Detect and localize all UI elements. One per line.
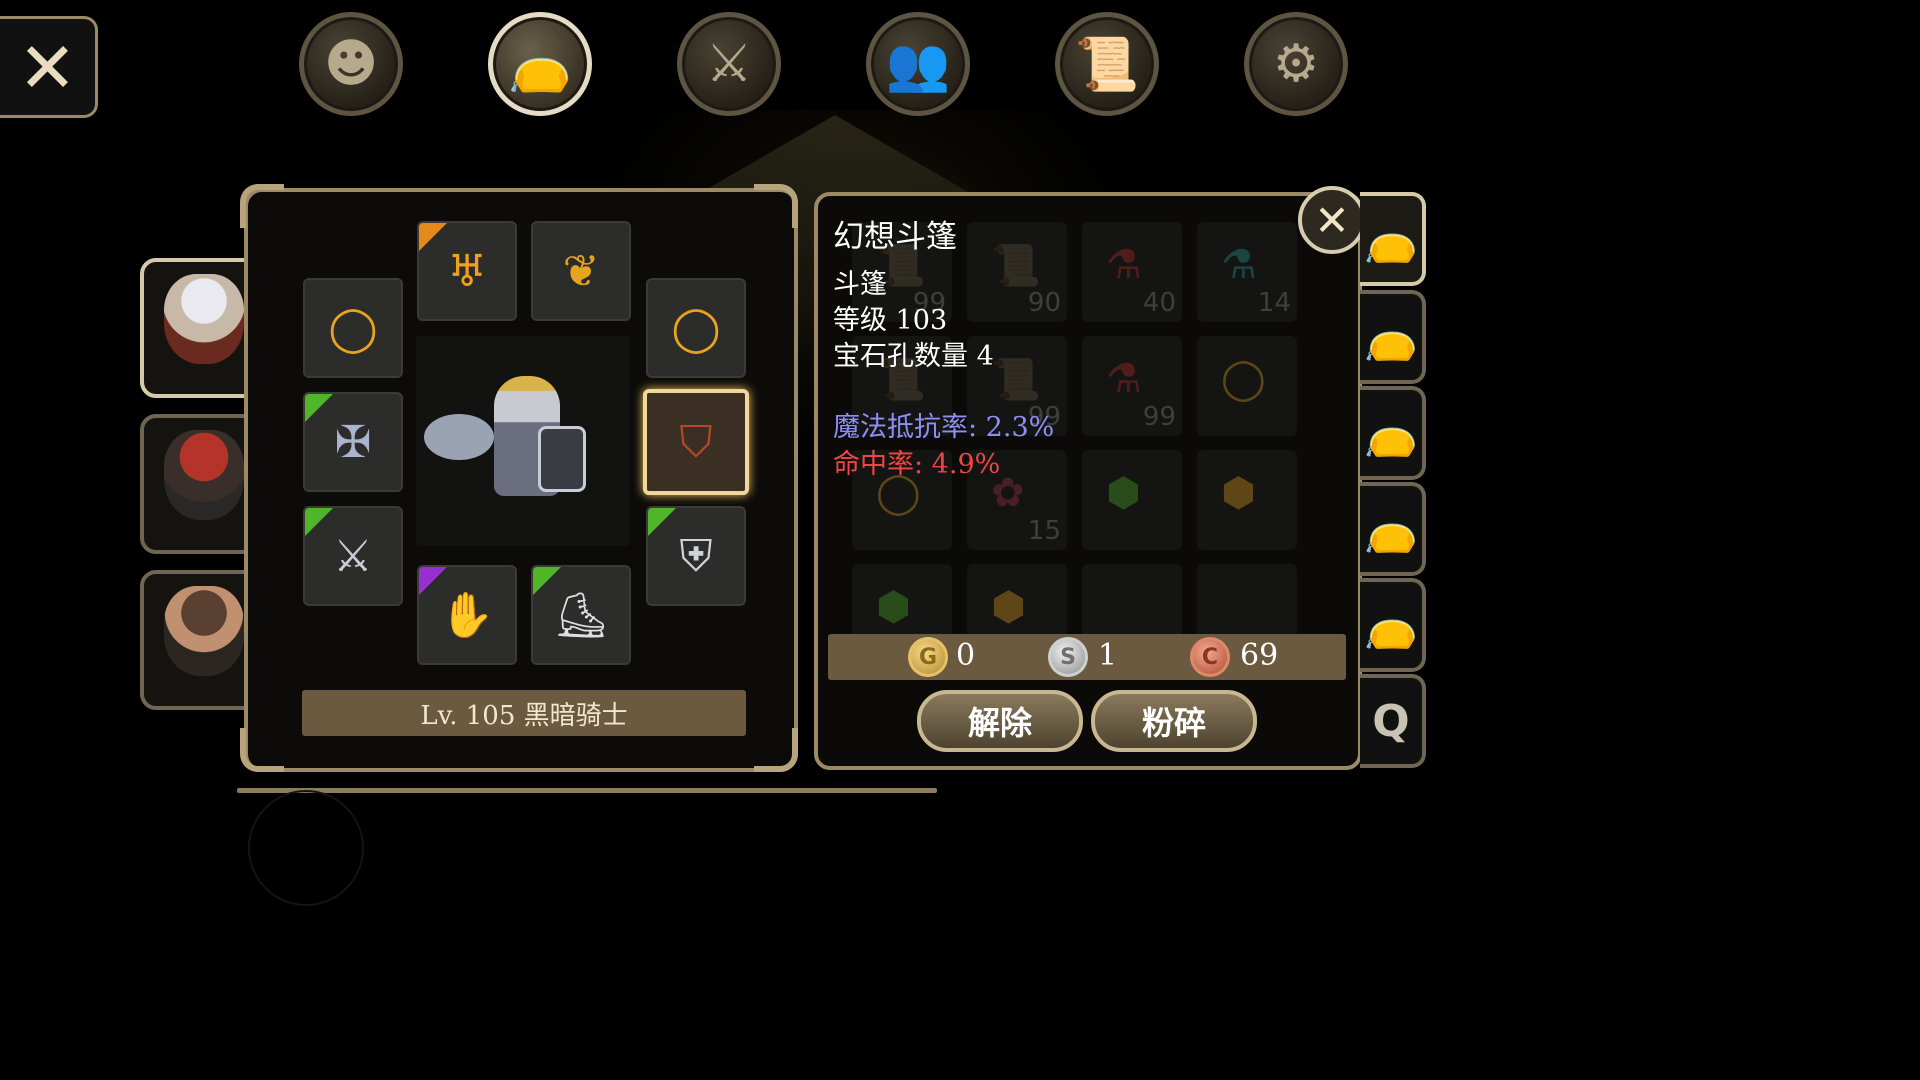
nav-skills-button[interactable]: ⚔ [677,12,781,116]
party-icon: 👥 [885,34,951,95]
rarity-marker [419,223,447,251]
horn-crown-icon: ♅ [447,245,487,297]
item-type: 斗篷 [833,269,887,300]
bag-icon: 👝 [507,34,573,95]
axe-sprite [424,414,494,460]
inventory-tab-3[interactable]: 👝 [1360,386,1426,480]
winged-armor-icon: ✠ [334,416,372,468]
inventory-slot: 📜 90 [967,222,1067,322]
equip-slot-head[interactable]: ♅ [417,221,517,321]
shield-icon: ⛨ [679,530,713,582]
joystick-ghost [248,790,364,906]
equip-slot-weapon[interactable]: ⚔ [303,506,403,606]
inventory-tab-5[interactable]: 👝 [1360,578,1426,672]
copper-coin-icon: C [1190,637,1230,677]
currency-bar: G 0 S 1 C 69 [828,634,1346,680]
item-stat-magic-resist: 魔法抵抗率: 2.3% [833,412,1055,443]
inventory-slot: ⚗ 14 [1197,222,1297,322]
equip-slot-armor[interactable]: ✠ [303,392,403,492]
equip-slot-ring-left[interactable]: ◯ [303,278,403,378]
unequip-button[interactable]: 解除 [917,690,1083,752]
item-stat-hit-rate: 命中率: 4.9% [833,449,1001,480]
ring-icon: ◯ [328,302,378,354]
inventory-slot: ⚗ 40 [1082,222,1182,322]
rarity-marker [305,508,333,536]
nav-settings-button[interactable]: ⚙ [1244,12,1348,116]
inventory-slot: ⬢ [1197,450,1297,550]
bag-icon: 👝 [1363,504,1419,555]
boot-icon: ⛸ [553,590,609,641]
nav-inventory-button[interactable]: 👝 [488,12,592,116]
silver-coin-icon: S [1048,637,1088,677]
item-name: 幻想斗篷 [833,219,957,255]
rarity-marker [419,567,447,595]
gear-icon: ⚙ [1272,34,1320,94]
inventory-tab-quest[interactable]: Q [1360,674,1426,768]
shield-sprite [538,426,586,492]
item-sockets: 宝石孔数量 4 [833,341,994,372]
scroll-icon: 📜 [991,243,1041,289]
character-preview [416,336,630,546]
close-detail-button[interactable]: ✕ [1298,186,1366,254]
inventory-tab-1[interactable]: 👝 [1360,192,1426,286]
equip-slot-cloak[interactable]: ⛉ [643,389,749,495]
equip-slot-boots[interactable]: ⛸ [531,565,631,665]
nav-party-button[interactable]: 👥 [866,12,970,116]
inventory-slot: ◯ [1197,336,1297,436]
silver-amount: 1 [1098,638,1118,673]
close-icon: ✕ [18,27,77,109]
axe-icon: ⚔ [333,530,373,582]
teal-potion-icon: ⚗ [1221,242,1257,288]
equip-slot-necklace[interactable]: ❦ [531,221,631,321]
frame-corner [754,184,798,228]
close-menu-button[interactable]: ✕ [0,16,98,118]
frame-corner [240,184,284,228]
bag-icon: 👝 [1363,408,1419,459]
avatar [164,586,244,676]
quest-bag-icon: Q [1372,695,1410,747]
divider [237,788,937,793]
inventory-slot: ⚗ 99 [1082,336,1182,436]
bag-icon: 👝 [1363,312,1419,363]
scroll-icon: 📜 [991,357,1041,403]
equip-slot-shield[interactable]: ⛨ [646,506,746,606]
copper-amount: 69 [1240,638,1279,673]
red-potion-icon: ⚗ [1106,356,1142,402]
character-level-class: Lv. 105 黑暗骑士 [302,690,746,736]
rarity-marker [305,394,333,422]
quest-scroll-icon: 📜 [1074,34,1140,95]
inventory-tab-2[interactable]: 👝 [1360,290,1426,384]
green-gem-icon: ⬢ [876,584,911,630]
smash-button[interactable]: 粉碎 [1091,690,1257,752]
yellow-gem-icon: ⬢ [991,584,1026,630]
frame-corner [240,728,284,772]
inventory-slot: ⬢ [1082,450,1182,550]
gold-amount: 0 [956,638,976,673]
gold-coin-icon: G [908,637,948,677]
ring-icon: ◯ [1221,356,1266,402]
necklace-icon: ❦ [562,245,600,297]
head-silhouette-icon: ☻ [323,34,379,94]
equip-slot-gloves[interactable]: ✋ [417,565,517,665]
rarity-marker [648,508,676,536]
close-icon: ✕ [1314,195,1350,245]
sword-compass-icon: ⚔ [705,34,753,94]
rarity-marker [533,567,561,595]
red-potion-icon: ⚗ [1106,242,1142,288]
nav-character-button[interactable]: ☻ [299,12,403,116]
bag-icon: 👝 [1363,600,1419,651]
yellow-gem-icon: ⬢ [1221,470,1256,516]
avatar [164,274,244,364]
ring-icon: ◯ [671,302,721,354]
avatar [164,430,244,520]
equip-slot-ring-right[interactable]: ◯ [646,278,746,378]
frame-corner [754,728,798,772]
green-gem-icon: ⬢ [1106,470,1141,516]
cloak-icon: ⛉ [679,416,713,468]
bag-icon: 👝 [1363,214,1419,265]
item-level: 等级 103 [833,305,948,336]
inventory-tab-4[interactable]: 👝 [1360,482,1426,576]
gauntlet-icon: ✋ [439,590,495,641]
nav-quest-button[interactable]: 📜 [1055,12,1159,116]
